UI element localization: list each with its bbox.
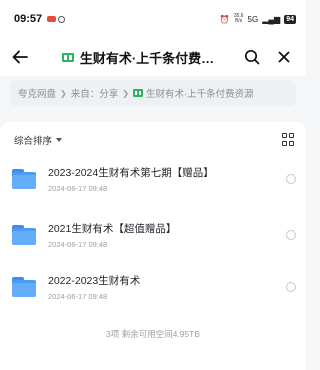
breadcrumb-item-share[interactable]: 来自：分享 <box>71 86 119 100</box>
back-arrow-icon <box>12 50 28 64</box>
back-button[interactable] <box>0 38 40 76</box>
file-list-panel: 综合排序 2023-2024生财有术第七期【赠品】 2024-06-17 09:… <box>0 122 306 370</box>
file-name: 2023-2024生财有术第七期【赠品】 <box>48 167 214 179</box>
file-row[interactable]: 2022-2023生财有术 2024-06-17 09:48 <box>0 262 306 312</box>
close-icon <box>278 51 290 63</box>
grid-view-icon[interactable] <box>282 133 296 147</box>
caret-down-icon[interactable] <box>56 138 63 142</box>
sort-dropdown[interactable]: 综合排序 <box>14 133 52 147</box>
select-radio[interactable] <box>286 230 296 240</box>
search-button[interactable] <box>236 38 268 76</box>
file-row[interactable]: 2021生财有术【超值赠品】 2024-06-17 09:48 <box>0 210 306 260</box>
breadcrumb: 夸克网盘 ❯ 来自：分享 ❯ 生财有术·上千条付费资源 <box>10 80 296 106</box>
file-date: 2024-06-17 09:48 <box>48 292 108 301</box>
breadcrumb-item-root[interactable]: 夸克网盘 <box>18 86 56 100</box>
file-row[interactable]: 2023-2024生财有术第七期【赠品】 2024-06-17 09:48 <box>0 154 306 204</box>
file-info: 2023-2024生财有术第七期【赠品】 2024-06-17 09:48 <box>48 165 286 193</box>
page-title-container: 生财有术·上千条付费… <box>40 48 236 67</box>
status-bar: 09:57 ⏰ 35.6 B/s 5G ▂▄▆ 94 <box>0 0 306 38</box>
alarm-icon: ⏰ <box>219 14 230 24</box>
file-name: 2022-2023生财有术 <box>48 275 141 287</box>
file-info: 2022-2023生财有术 2024-06-17 09:48 <box>48 273 286 301</box>
file-info: 2021生财有术【超值赠品】 2024-06-17 09:48 <box>48 221 286 249</box>
select-radio[interactable] <box>286 174 296 184</box>
close-button[interactable] <box>268 38 300 76</box>
search-icon <box>244 49 260 65</box>
notification-icons <box>47 15 66 23</box>
file-date: 2024-06-17 09:48 <box>48 240 108 249</box>
breadcrumb-item-current: 生财有术·上千条付费资源 <box>145 89 254 100</box>
notification-app-icon <box>47 16 57 22</box>
folder-icon <box>12 277 36 297</box>
notification-sync-icon <box>58 15 66 23</box>
sort-toolbar: 综合排序 <box>0 122 306 158</box>
chevron-right-icon: ❯ <box>122 88 129 98</box>
chevron-right-icon: ❯ <box>60 88 67 98</box>
signal-icon: ▂▄▆ <box>262 14 281 24</box>
folder-icon <box>12 225 36 245</box>
net-speed: 35.6 B/s <box>234 14 244 24</box>
status-indicators: ⏰ 35.6 B/s 5G ▂▄▆ 94 <box>220 14 296 24</box>
page-title: 生财有术·上千条付费… <box>79 50 215 66</box>
status-time: 09:57 <box>14 13 43 25</box>
file-date: 2024-06-17 09:48 <box>48 184 108 193</box>
battery-icon: 94 <box>284 14 296 24</box>
storage-summary: 3项 剩余可用空间4.95TB <box>106 329 200 339</box>
top-navigation-bar: 生财有术·上千条付费… <box>0 38 306 76</box>
select-radio[interactable] <box>286 282 296 292</box>
share-folder-icon <box>61 52 74 62</box>
network-label: 5G <box>247 14 259 24</box>
net-speed-unit: B/s <box>235 18 243 24</box>
file-name: 2021生财有术【超值赠品】 <box>48 223 177 235</box>
folder-icon <box>12 169 36 189</box>
share-folder-icon <box>132 89 143 97</box>
